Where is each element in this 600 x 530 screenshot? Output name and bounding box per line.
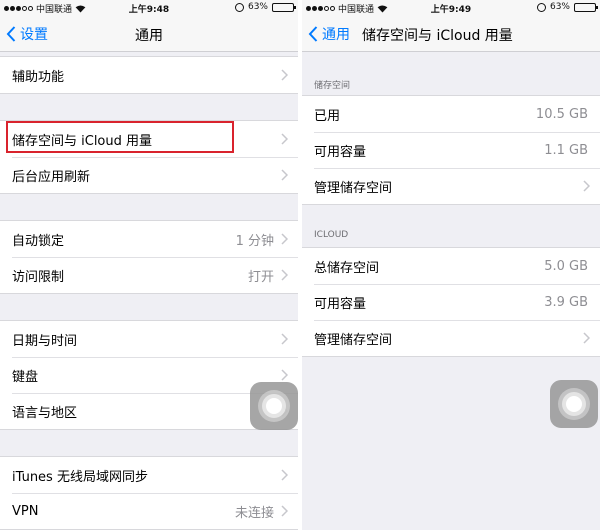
battery-icon (272, 2, 296, 12)
chevron-right-icon (281, 169, 288, 181)
assistive-touch-dot (266, 398, 282, 414)
row-label: 总储存空间 (314, 260, 380, 276)
page-title: 储存空间与 iCloud 用量 (362, 28, 513, 44)
settings-group: 自动锁定 1 分钟 访问限制 打开 (0, 220, 298, 294)
chevron-right-icon (281, 469, 288, 481)
back-button[interactable]: 通用 (308, 24, 350, 44)
alarm-icon (234, 2, 244, 12)
battery-percent: 63% (549, 2, 570, 12)
section-header-icloud: ICLOUD (314, 230, 349, 240)
chevron-right-icon (281, 505, 288, 517)
navigation-bar: 设置 通用 (0, 16, 298, 52)
row-label: 访问限制 (12, 269, 65, 285)
chevron-right-icon (281, 233, 288, 245)
status-bar: 中国联通 上午9:49 63% (302, 0, 600, 16)
row-label: 键盘 (12, 369, 39, 385)
row-background-app-refresh[interactable]: 后台应用刷新 (0, 157, 298, 193)
row-total-storage: 总储存空间 5.0 GB (302, 248, 600, 284)
chevron-right-icon (281, 333, 288, 345)
row-value: 5.0 GB (544, 258, 588, 274)
row-used: 已用 10.5 GB (302, 96, 600, 132)
row-label: 管理储存空间 (314, 180, 393, 196)
row-label: 自动锁定 (12, 233, 65, 249)
assistive-touch-button[interactable] (250, 382, 298, 430)
chevron-right-icon (281, 369, 288, 381)
row-label: 管理储存空间 (314, 332, 393, 348)
assistive-touch-dot (566, 396, 582, 412)
row-value: 10.5 GB (535, 106, 588, 122)
row-accessibility[interactable]: 辅助功能 (0, 57, 298, 93)
left-screen-general-settings: 中国联通 上午9:48 63% 设置 通用 辅助功能 储存空间与 iCloud … (0, 0, 298, 530)
highlight-box (6, 121, 234, 153)
battery-percent: 63% (247, 2, 268, 12)
chevron-right-icon (583, 332, 590, 344)
navigation-bar: 通用 储存空间与 iCloud 用量 (302, 16, 600, 52)
row-restrictions[interactable]: 访问限制 打开 (0, 257, 298, 293)
row-vpn[interactable]: VPN 未连接 (0, 493, 298, 529)
back-button-label: 通用 (322, 27, 350, 43)
row-label: 后台应用刷新 (12, 169, 91, 185)
row-value: 1 分钟 (235, 233, 274, 249)
row-label: iTunes 无线局域网同步 (12, 469, 148, 485)
chevron-right-icon (281, 69, 288, 81)
icloud-group: 总储存空间 5.0 GB 可用容量 3.9 GB 管理储存空间 (302, 247, 600, 357)
right-screen-storage-usage: 中国联通 上午9:49 63% 通用 储存空间与 iCloud 用量 储存空间 … (302, 0, 600, 530)
alarm-icon (536, 2, 546, 12)
status-bar: 中国联通 上午9:48 63% (0, 0, 298, 16)
row-label: 已用 (314, 108, 341, 124)
row-available: 可用容量 3.9 GB (302, 284, 600, 320)
chevron-right-icon (281, 269, 288, 281)
row-label: VPN (12, 503, 39, 519)
row-value: 打开 (247, 269, 274, 285)
row-manage-storage[interactable]: 管理储存空间 (302, 168, 600, 204)
assistive-touch-button[interactable] (550, 380, 598, 428)
row-available: 可用容量 1.1 GB (302, 132, 600, 168)
chevron-right-icon (281, 133, 288, 145)
row-itunes-wifi-sync[interactable]: iTunes 无线局域网同步 (0, 457, 298, 493)
settings-group: 辅助功能 (0, 56, 298, 94)
row-label: 语言与地区 (12, 405, 78, 421)
row-value: 3.9 GB (544, 294, 588, 310)
row-label: 辅助功能 (12, 69, 65, 85)
row-label: 日期与时间 (12, 333, 78, 349)
battery-icon (574, 2, 598, 12)
row-label: 可用容量 (314, 296, 367, 312)
section-header-storage: 储存空间 (314, 81, 351, 91)
row-label: 可用容量 (314, 144, 367, 160)
row-date-time[interactable]: 日期与时间 (0, 321, 298, 357)
chevron-left-icon (308, 26, 318, 42)
page-title: 通用 (135, 28, 163, 44)
row-value: 未连接 (234, 505, 274, 521)
row-auto-lock[interactable]: 自动锁定 1 分钟 (0, 221, 298, 257)
storage-group: 已用 10.5 GB 可用容量 1.1 GB 管理储存空间 (302, 95, 600, 205)
row-manage-icloud-storage[interactable]: 管理储存空间 (302, 320, 600, 356)
row-value: 1.1 GB (544, 142, 588, 158)
chevron-right-icon (583, 180, 590, 192)
settings-group: iTunes 无线局域网同步 VPN 未连接 (0, 456, 298, 530)
